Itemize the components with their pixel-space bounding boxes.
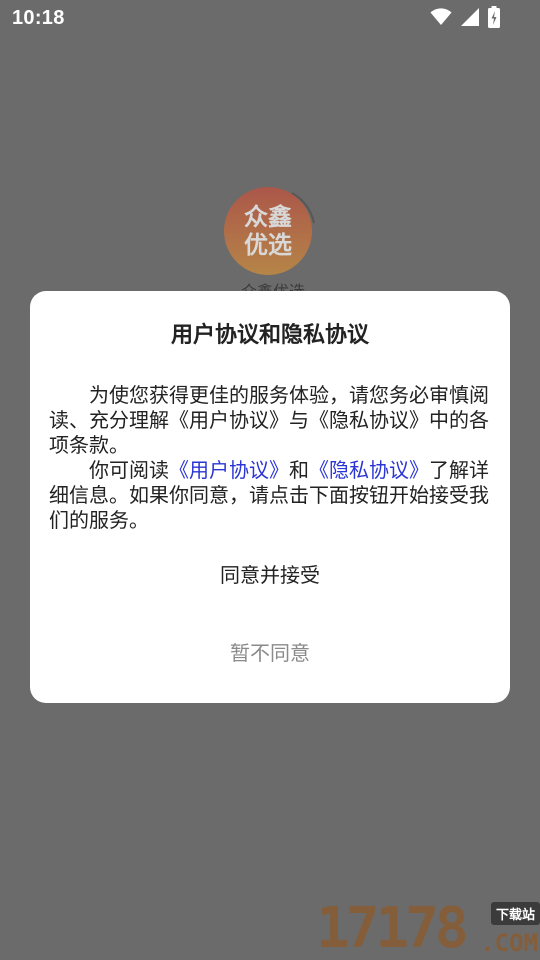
paragraph-2-middle: 和: [289, 458, 309, 482]
battery-charging-icon: [488, 6, 500, 28]
agree-button[interactable]: 同意并接受: [170, 555, 370, 595]
status-bar: 10:18: [0, 0, 540, 36]
watermark-domain: .COM: [480, 929, 538, 957]
app-logo-line-2: 优选: [244, 231, 292, 259]
signal-icon: [460, 8, 480, 26]
wifi-icon: [430, 8, 452, 26]
agreement-dialog: 用户协议和隐私协议 为使您获得更佳的服务体验，请您务必审慎阅读、充分理解《用户协…: [30, 291, 510, 703]
decline-button[interactable]: 暂不同意: [170, 633, 370, 673]
app-logo: 众鑫 优选: [222, 183, 318, 279]
status-time: 10:18: [12, 7, 65, 29]
dialog-paragraph-1: 为使您获得更佳的服务体验，请您务必审慎阅读、充分理解《用户协议》与《隐私协议》中…: [49, 383, 489, 457]
watermark-badge: 下载站: [490, 902, 540, 925]
paragraph-2-prefix: 你可阅读: [89, 458, 169, 482]
dialog-paragraph-2: 你可阅读《用户协议》和《隐私协议》了解详细信息。如果你同意，请点击下面按钮开始接…: [49, 458, 491, 533]
app-logo-line-1: 众鑫: [244, 203, 292, 231]
watermark-digits: 17178: [316, 896, 469, 960]
dialog-title: 用户协议和隐私协议: [170, 323, 369, 348]
user-agreement-link[interactable]: 《用户协议》: [169, 458, 289, 482]
watermark-logo: 17178 下载站 .COM: [316, 898, 540, 960]
status-icons: [430, 6, 500, 28]
privacy-agreement-link[interactable]: 《隐私协议》: [309, 458, 429, 482]
dialog-body: 为使您获得更佳的服务体验，请您务必审慎阅读、充分理解《用户协议》与《隐私协议》中…: [49, 383, 491, 533]
